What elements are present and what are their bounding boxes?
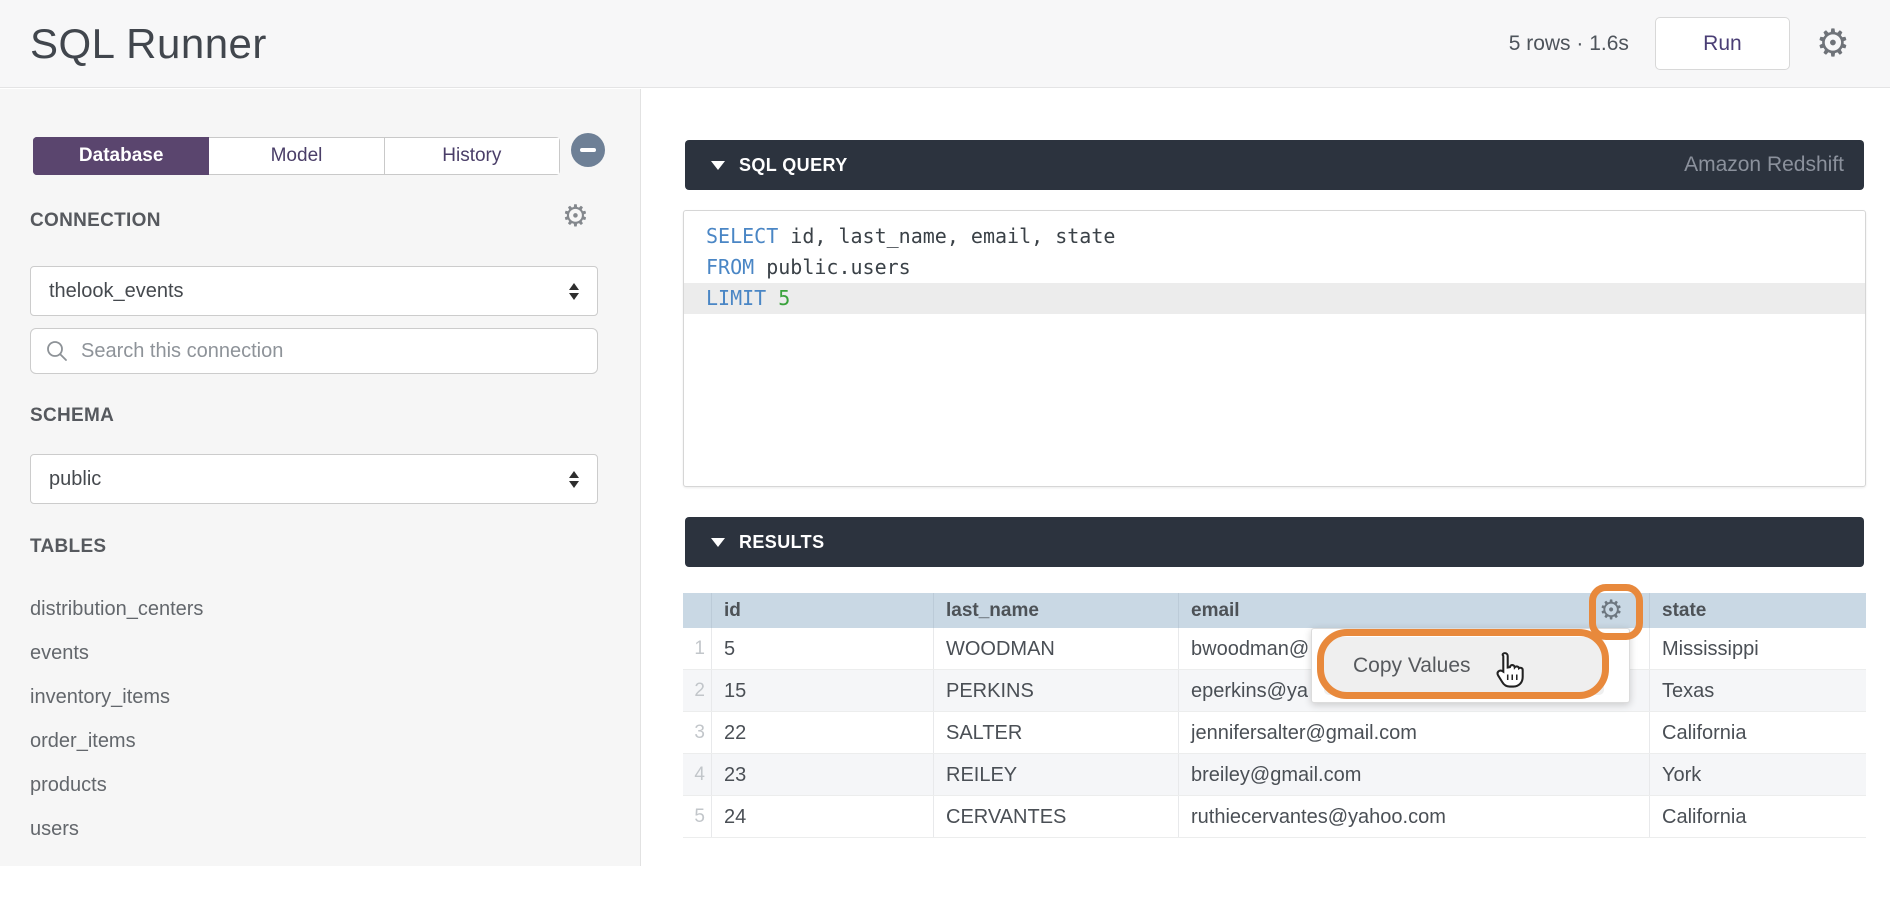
cell-id: 15 (711, 670, 933, 711)
tables-list: distribution_centers events inventory_it… (30, 587, 203, 851)
column-header-state: state (1649, 593, 1866, 628)
results-panel-title: RESULTS (739, 532, 824, 553)
tab-database[interactable]: Database (33, 137, 209, 175)
collapse-sidebar-button[interactable] (571, 133, 605, 167)
cell-last-name: REILEY (933, 754, 1178, 795)
sidebar-tab-group: Database Model History (33, 137, 560, 175)
connection-select-value: thelook_events (49, 280, 184, 303)
table-row[interactable]: 5 24 CERVANTES ruthiecervantes@yahoo.com… (683, 796, 1866, 838)
menu-item-copy-values[interactable]: Copy Values (1324, 637, 1604, 695)
table-row[interactable]: 3 22 SALTER jennifersalter@gmail.com Cal… (683, 712, 1866, 754)
results-table-header: id last_name email state ⚙ (683, 593, 1866, 628)
cell-state: California (1649, 796, 1866, 837)
row-number: 2 (683, 670, 711, 711)
sidebar: Database Model History CONNECTION ⚙ thel… (0, 89, 641, 866)
column-header-last-name: last_name (933, 593, 1178, 628)
row-number: 5 (683, 796, 711, 837)
sql-query-panel-header[interactable]: SQL QUERY Amazon Redshift (685, 140, 1864, 190)
cell-state: Texas (1649, 670, 1866, 711)
cell-email: breiley@gmail.com (1178, 754, 1649, 795)
sql-line-2: FROM public.users (684, 252, 1865, 283)
row-number-header (683, 593, 711, 628)
cell-state: California (1649, 712, 1866, 753)
search-input[interactable] (81, 340, 561, 363)
cell-state: York (1649, 754, 1866, 795)
table-item-order-items[interactable]: order_items (30, 719, 203, 763)
table-row[interactable]: 1 5 WOODMAN bwoodman@ Mississippi (683, 628, 1866, 670)
select-stepper-icon (569, 471, 579, 488)
row-number: 3 (683, 712, 711, 753)
schema-select[interactable]: public (30, 454, 598, 504)
connection-select[interactable]: thelook_events (30, 266, 598, 316)
hand-cursor-icon (1489, 649, 1533, 693)
sql-editor[interactable]: SELECT id, last_name, email, state FROM … (683, 210, 1866, 487)
cell-last-name: SALTER (933, 712, 1178, 753)
tab-history[interactable]: History (385, 137, 560, 175)
connection-heading: CONNECTION (30, 210, 161, 232)
row-number: 4 (683, 754, 711, 795)
cell-id: 24 (711, 796, 933, 837)
sql-line-1: SELECT id, last_name, email, state (684, 221, 1865, 252)
cell-email: jennifersalter@gmail.com (1178, 712, 1649, 753)
table-item-inventory-items[interactable]: inventory_items (30, 675, 203, 719)
table-item-products[interactable]: products (30, 763, 203, 807)
cell-state: Mississippi (1649, 628, 1866, 669)
table-item-distribution-centers[interactable]: distribution_centers (30, 587, 203, 631)
copy-values-label: Copy Values (1353, 654, 1471, 678)
cell-id: 5 (711, 628, 933, 669)
column-options-menu: Copy Values (1311, 628, 1630, 703)
table-item-users[interactable]: users (30, 807, 203, 851)
page-title: SQL Runner (30, 20, 267, 68)
run-button[interactable]: Run (1655, 17, 1790, 70)
cell-last-name: WOODMAN (933, 628, 1178, 669)
tables-heading: TABLES (30, 536, 106, 558)
collapse-caret-icon (711, 161, 725, 170)
select-stepper-icon (569, 283, 579, 300)
query-status: 5 rows · 1.6s (1509, 32, 1629, 56)
dialect-label: Amazon Redshift (1684, 153, 1844, 177)
table-row[interactable]: 4 23 REILEY breiley@gmail.com York (683, 754, 1866, 796)
row-number: 1 (683, 628, 711, 669)
cell-last-name: CERVANTES (933, 796, 1178, 837)
minus-icon (580, 148, 596, 152)
collapse-caret-icon (711, 538, 725, 547)
cell-id: 22 (711, 712, 933, 753)
table-row[interactable]: 2 15 PERKINS eperkins@ya Texas (683, 670, 1866, 712)
cell-id: 23 (711, 754, 933, 795)
sql-query-panel-title: SQL QUERY (739, 155, 848, 176)
cell-last-name: PERKINS (933, 670, 1178, 711)
connection-search[interactable] (30, 328, 598, 374)
column-header-id: id (711, 593, 933, 628)
search-icon (45, 339, 69, 363)
results-table: id last_name email state ⚙ 1 5 WOODMAN b… (683, 593, 1866, 838)
sql-line-3: LIMIT 5 (684, 283, 1865, 314)
tab-model[interactable]: Model (209, 137, 384, 175)
table-item-events[interactable]: events (30, 631, 203, 675)
top-bar: SQL Runner 5 rows · 1.6s Run ⚙ (0, 0, 1890, 88)
cell-email: ruthiecervantes@yahoo.com (1178, 796, 1649, 837)
results-gear-icon[interactable]: ⚙ (1599, 595, 1623, 626)
column-header-email: email (1178, 593, 1649, 628)
schema-heading: SCHEMA (30, 405, 114, 427)
connection-gear-icon[interactable]: ⚙ (562, 202, 589, 232)
results-panel-header[interactable]: RESULTS (685, 517, 1864, 567)
schema-select-value: public (49, 468, 101, 491)
sql-runner-app: SQL Runner 5 rows · 1.6s Run ⚙ Database … (0, 0, 1890, 898)
settings-gear-icon[interactable]: ⚙ (1816, 25, 1850, 63)
